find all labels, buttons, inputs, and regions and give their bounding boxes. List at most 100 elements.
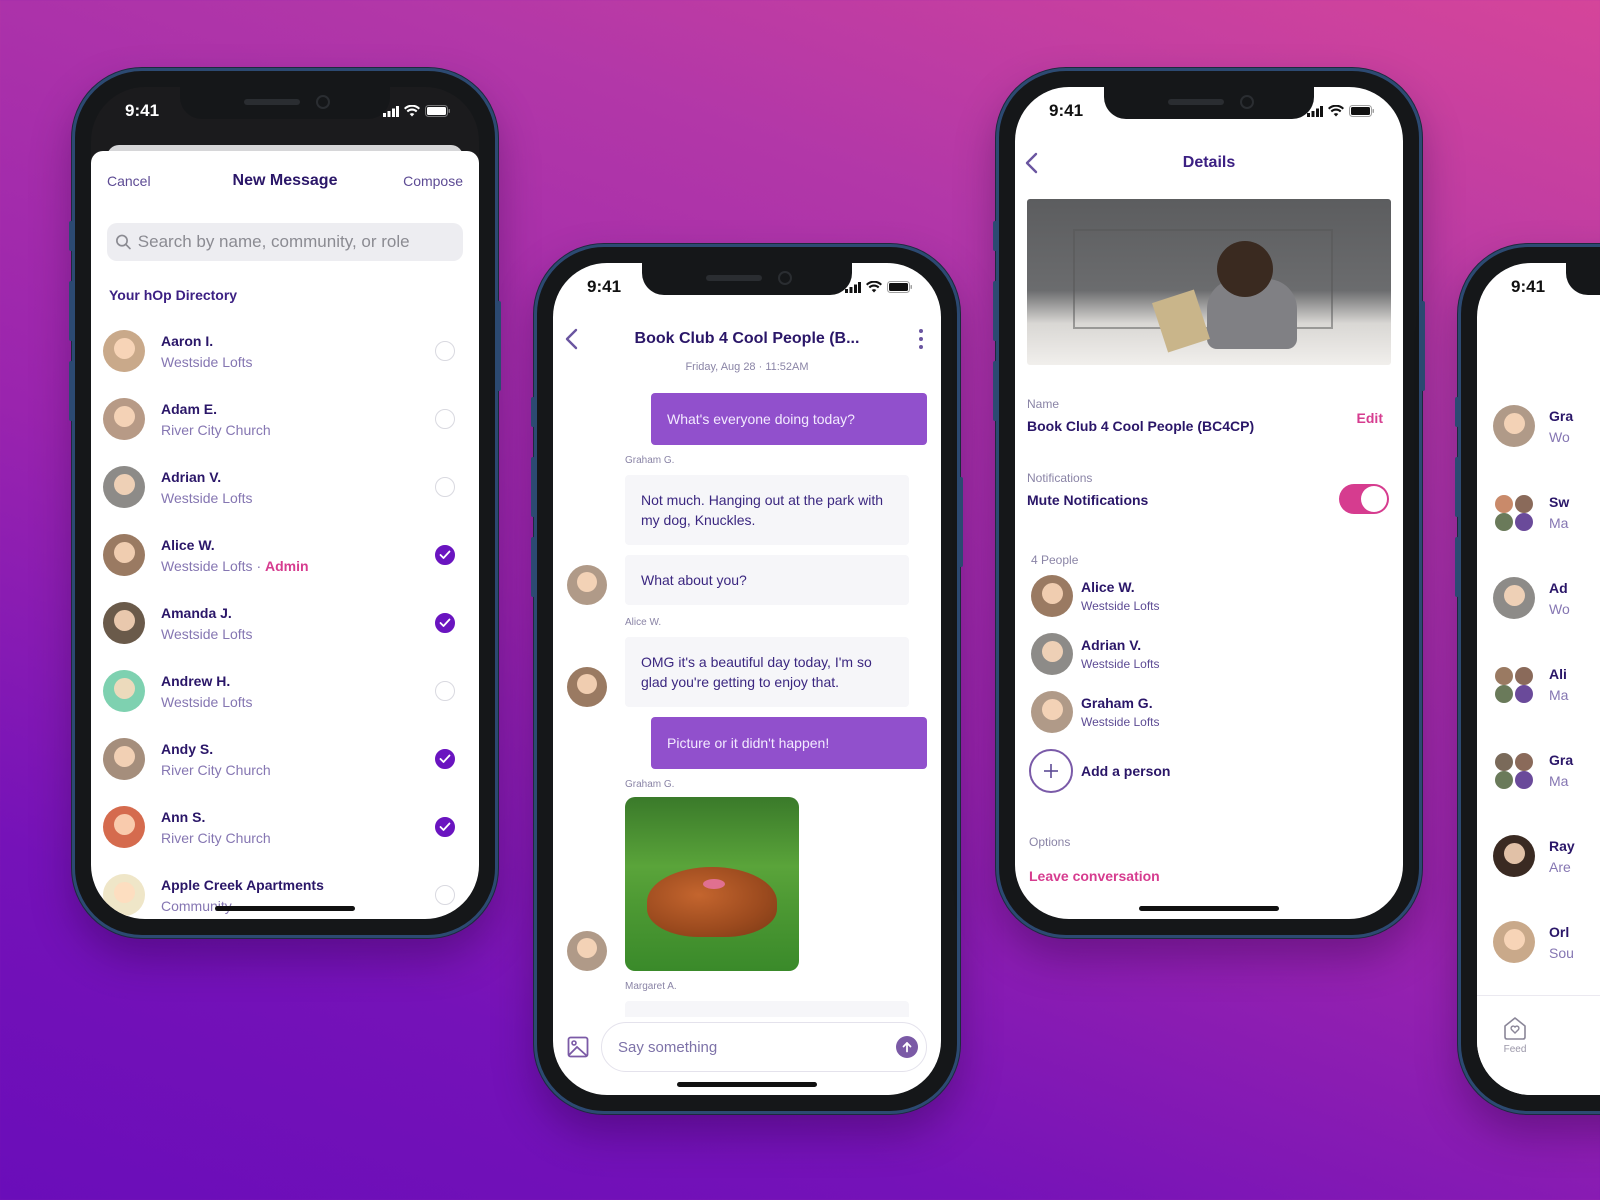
edit-name-button[interactable]: Edit: [1357, 410, 1383, 426]
send-button[interactable]: [896, 1036, 918, 1058]
avatar: [103, 602, 145, 644]
contact-row[interactable]: Ann S. River City Church: [91, 793, 479, 861]
avatar: [1031, 633, 1073, 675]
search-input[interactable]: [137, 232, 455, 252]
contact-text: Adam E. River City Church: [161, 401, 435, 438]
contact-text: Andy S. River City Church: [161, 741, 435, 778]
group-cover-photo[interactable]: [1027, 199, 1391, 365]
conversation-row[interactable]: Orl Sou: [1493, 921, 1574, 963]
contact-row[interactable]: Andy S. River City Church: [91, 725, 479, 793]
community-label: Westside Lofts: [161, 353, 253, 370]
message-input[interactable]: [618, 1038, 896, 1056]
member-name: Alice W.: [1081, 579, 1135, 595]
message-field[interactable]: [601, 1022, 927, 1072]
member-community: Westside Lofts: [1081, 657, 1160, 671]
avatar: [1031, 691, 1073, 733]
add-icon: [1029, 749, 1073, 793]
directory-list: Aaron I. Westside Lofts Adam E. River City …: [91, 317, 479, 919]
member-text: Adrian V. Westside Lofts: [1081, 637, 1159, 671]
checkbox-checked[interactable]: [435, 817, 455, 837]
image-message: [625, 797, 799, 971]
contact-text: Amanda J. Westside Lofts: [161, 605, 435, 642]
mute-notifications-label: Mute Notifications: [1027, 492, 1149, 508]
back-chevron-icon[interactable]: [1023, 151, 1043, 175]
search-bar[interactable]: [107, 223, 463, 261]
sender-avatar[interactable]: [567, 667, 607, 707]
outgoing-message: Picture or it didn't happen!: [651, 717, 927, 769]
contact-community: Westside Lofts: [161, 694, 435, 710]
conversation-sub: Ma: [1549, 686, 1569, 703]
back-chevron-icon[interactable]: [563, 327, 583, 351]
status-icons: [845, 281, 913, 293]
conversation-row[interactable]: Ad Wo: [1493, 577, 1570, 619]
avatar: [103, 398, 145, 440]
volume-up-button: [69, 281, 73, 341]
dog-figure: [647, 867, 777, 937]
sender-name: Margaret A.: [625, 981, 677, 992]
sender-avatar[interactable]: [567, 565, 607, 605]
status-time: 9:41: [1511, 277, 1546, 296]
member-row[interactable]: Graham G. Westside Lofts: [1031, 691, 1159, 733]
conversation-row[interactable]: Sw Ma: [1493, 491, 1569, 533]
contact-text: Andrew H. Westside Lofts: [161, 673, 435, 710]
checkbox-checked[interactable]: [435, 613, 455, 633]
contact-row[interactable]: Adrian V. Westside Lofts: [91, 453, 479, 521]
member-row[interactable]: Alice W. Westside Lofts: [1031, 575, 1159, 617]
conversation-row[interactable]: Ali Ma: [1493, 663, 1568, 705]
conversation-row[interactable]: Gra Ma: [1493, 749, 1573, 791]
image-attach-icon[interactable]: [567, 1036, 589, 1058]
conversation-name: Ad: [1549, 579, 1568, 596]
sender-avatar[interactable]: [567, 931, 607, 971]
message-list: What's everyone doing today? Graham G. Not…: [553, 377, 941, 1017]
checkbox-unchecked[interactable]: [435, 477, 455, 497]
community-label: River City Church: [161, 761, 271, 778]
contact-row[interactable]: Alice W. Westside Lofts · Admin: [91, 521, 479, 589]
compose-button[interactable]: Compose: [403, 173, 463, 189]
conversation-sub: Sou: [1549, 944, 1574, 961]
community-label: Westside Lofts: [161, 557, 253, 574]
checkbox-checked[interactable]: [435, 545, 455, 565]
check-icon: [439, 550, 451, 559]
group-avatar: [1493, 663, 1535, 705]
wifi-icon: [404, 105, 420, 117]
check-icon: [439, 618, 451, 627]
checkbox-unchecked[interactable]: [435, 681, 455, 701]
status-icons: [383, 105, 451, 117]
composer: [553, 1021, 941, 1073]
contact-row[interactable]: Andrew H. Westside Lofts: [91, 657, 479, 725]
tab-bar: Feed: [1477, 995, 1600, 1095]
conversation-sub: Are: [1549, 858, 1571, 875]
contact-row[interactable]: Adam E. River City Church: [91, 385, 479, 453]
cancel-button[interactable]: Cancel: [107, 173, 151, 189]
conversation-row[interactable]: Ray Are: [1493, 835, 1575, 877]
mute-notifications-toggle[interactable]: [1339, 484, 1389, 514]
phone-chat: 9:41 Book Club 4 Cool People (B... Frida…: [531, 244, 963, 1114]
tab-feed[interactable]: Feed: [1501, 1014, 1529, 1055]
contact-community: Westside Lofts: [161, 626, 435, 642]
contact-name: Andy S.: [161, 740, 214, 757]
search-icon: [116, 234, 131, 250]
checkbox-unchecked[interactable]: [435, 409, 455, 429]
leave-conversation-button[interactable]: Leave conversation: [1029, 868, 1160, 884]
screen: 9:41 Details Name Book Club 4 Cool Peopl…: [1015, 87, 1403, 919]
checkbox-unchecked[interactable]: [435, 341, 455, 361]
conversation-sub: Ma: [1549, 514, 1569, 531]
contact-row[interactable]: Aaron I. Westside Lofts: [91, 317, 479, 385]
volume-down-button: [993, 361, 997, 421]
conversation-row[interactable]: Gra Wo: [1493, 405, 1573, 447]
contact-name: Aaron I.: [161, 332, 214, 349]
conversation-name: Gra: [1549, 407, 1574, 424]
more-options-icon[interactable]: [911, 327, 931, 351]
contact-row[interactable]: Amanda J. Westside Lofts: [91, 589, 479, 657]
community-label: River City Church: [161, 421, 271, 438]
conversation-name: Gra: [1549, 751, 1574, 768]
checkbox-checked[interactable]: [435, 749, 455, 769]
member-row[interactable]: Adrian V. Westside Lofts: [1031, 633, 1159, 675]
add-person-button[interactable]: Add a person: [1029, 749, 1170, 793]
checkbox-unchecked[interactable]: [435, 885, 455, 905]
conversation-text: Gra Wo: [1549, 408, 1573, 445]
avatar: [1493, 835, 1535, 877]
screen: 9:41 Cancel New Message Compose Your hOp…: [91, 87, 479, 919]
chat-title[interactable]: Book Club 4 Cool People (B...: [635, 330, 860, 348]
conversation-sub: Ma: [1549, 772, 1569, 789]
